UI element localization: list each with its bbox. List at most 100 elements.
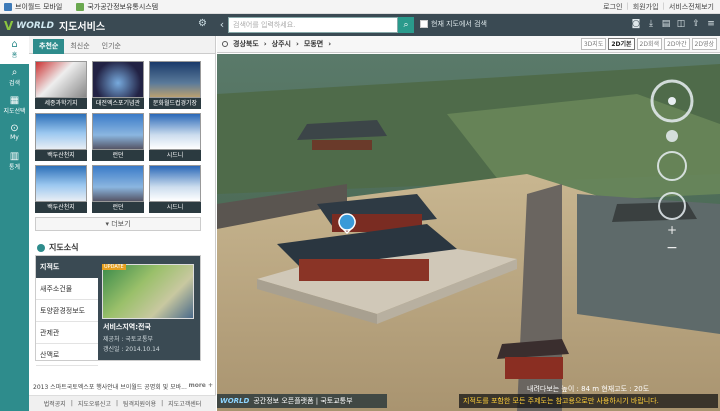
gear-icon[interactable]: ⚙ <box>198 19 208 29</box>
thumb-caption: 백두산천지 <box>35 150 87 161</box>
altitude-readout: 내려다보는 높이 : 84 m 현재고도 : 20도 <box>527 385 650 393</box>
brand-word: WORLD <box>220 397 250 405</box>
news-list: 지적도 새주소건물 토양환경정보도 관제관 산맥로 <box>36 256 98 366</box>
footer-link[interactable]: 지도오류신고 <box>78 399 111 408</box>
thumb-caption: 대전엑스포기념관 <box>92 98 144 109</box>
thumb-card[interactable]: 대전엑스포기념관 <box>92 61 144 109</box>
compass-center[interactable] <box>668 97 676 105</box>
mode-2d-basic[interactable]: 2D기본 <box>608 38 635 50</box>
mode-2d-night[interactable]: 2D야간 <box>664 38 690 50</box>
signup-link[interactable]: 회원가입 <box>633 2 659 12</box>
zoom-out-icon[interactable]: − <box>666 240 678 256</box>
nav-stats[interactable]: ▥ 통계 <box>0 148 29 176</box>
breadcrumb-town[interactable]: 모동면 <box>304 39 323 49</box>
distribution-icon <box>76 3 85 11</box>
thumb-card[interactable]: 백두산천지 <box>35 165 87 213</box>
list-item[interactable]: 산맥로 <box>36 344 98 366</box>
login-link[interactable]: 로그인 <box>603 2 622 12</box>
breadcrumb-province[interactable]: 경상북도 <box>233 39 259 49</box>
thumb-caption: 세종과학기지 <box>35 98 87 109</box>
mobile-link[interactable]: 브이월드 모바일 <box>4 2 62 12</box>
measure-icon[interactable]: ◫ <box>676 18 686 30</box>
map-view[interactable]: + − 내려다보는 높이 : 84 m 현재고도 : 20도 WORLD 공간정… <box>217 54 720 411</box>
print-icon[interactable]: ▤ <box>661 18 671 30</box>
thumb-caption: 문화월드컵경기장 <box>149 98 201 109</box>
thumb-card[interactable]: 세종과학기지 <box>35 61 87 109</box>
vworld-logo[interactable]: V WORLD 지도서비스 <box>4 18 106 34</box>
search-in-map-toggle[interactable]: 현재 지도에서 검색 <box>420 19 487 29</box>
mode-3d[interactable]: 3D지도 <box>580 38 607 50</box>
3d-scene <box>217 54 720 411</box>
disclaimer-banner: 지적도를 포함한 모든 주제도는 참고용으로만 사용하시기 바랍니다. <box>459 394 718 408</box>
tab-latest[interactable]: 최신순 <box>64 39 95 54</box>
tab-popular[interactable]: 인기순 <box>96 39 127 54</box>
update-badge: UPDATE <box>102 264 126 270</box>
thumb-image <box>35 61 87 98</box>
location-marker-icon[interactable] <box>338 213 356 231</box>
thumb-image <box>149 165 201 202</box>
location-icon <box>222 41 228 47</box>
thumb-caption: 시드니 <box>149 202 201 213</box>
nav-home[interactable]: ⌂ 홈 <box>0 36 29 64</box>
location-pin-icon: ⊙ <box>10 123 19 134</box>
thumb-caption: 백두산천지 <box>35 202 87 213</box>
divider: | <box>626 2 629 10</box>
thumb-card[interactable]: 시드니 <box>149 165 201 213</box>
news-detail-title: 서비스지역:전국 <box>103 323 151 331</box>
map-mode-switcher: 3D지도 2D기본 2D회색 2D야간 2D영상 <box>580 38 717 50</box>
thumb-card[interactable]: 런던 <box>92 165 144 213</box>
map-location-bar: 경상북도 › 상주시 › 모동면 › 3D지도 2D기본 2D회색 2D야간 2D영상 <box>217 36 720 53</box>
news-detail[interactable]: UPDATE 서비스지역:전국 제공처 : 국토교통부 갱신일 : 2014.1… <box>98 256 200 360</box>
zoom-in-icon[interactable]: + <box>667 223 677 237</box>
thumb-image <box>92 61 144 98</box>
download-icon[interactable]: ⤓ <box>646 18 656 30</box>
distribution-link[interactable]: 국가공간정보유통시스템 <box>76 2 158 12</box>
breadcrumb-city[interactable]: 상주시 <box>272 39 291 49</box>
footer-link[interactable]: 지도고객센터 <box>168 399 201 408</box>
list-item[interactable]: 새주소건물 <box>36 278 98 300</box>
thumb-card[interactable]: 런던 <box>92 113 144 161</box>
nav-search[interactable]: ⌕ 검색 <box>0 64 29 92</box>
all-services-link[interactable]: 서비스전체보기 <box>669 2 714 12</box>
mode-2d-satellite[interactable]: 2D영상 <box>691 38 717 50</box>
tab-recommended[interactable]: 추천순 <box>33 39 65 54</box>
vworld-brand: WORLD 공간정보 오픈플랫폼 | 국토교통부 <box>217 394 387 408</box>
thumb-image <box>149 113 201 150</box>
collapse-panel-icon[interactable]: ‹ <box>216 14 228 36</box>
pagoda-body <box>505 357 563 379</box>
share-icon[interactable]: ⇪ <box>691 18 701 30</box>
logo-mark: V <box>4 18 14 33</box>
mode-2d-gray[interactable]: 2D회색 <box>636 38 663 50</box>
service-title: 지도서비스 <box>59 22 106 33</box>
news-image <box>102 264 194 319</box>
far-pavilion-body <box>312 140 372 150</box>
tilt-ring[interactable] <box>657 151 687 181</box>
divider: | <box>662 2 665 10</box>
search-button[interactable]: ⌕ <box>398 17 414 33</box>
thumb-card[interactable]: 시드니 <box>149 113 201 161</box>
footer-link[interactable]: 팀격지원이용 <box>123 399 156 408</box>
list-item[interactable]: 관제관 <box>36 322 98 344</box>
list-item[interactable]: 토양환경정보도 <box>36 300 98 322</box>
camera-icon[interactable]: ◙ <box>631 18 641 30</box>
ticker-more-link[interactable]: more + <box>188 382 213 392</box>
notice-ticker[interactable]: 2013 스마트국토엑스포 행사안내 브이월드 공명회 및 모바... more… <box>33 382 213 392</box>
thumb-card[interactable]: 문화월드컵경기장 <box>149 61 201 109</box>
thumb-caption: 런던 <box>92 150 144 161</box>
thumb-image <box>35 165 87 202</box>
menu-icon[interactable]: ≡ <box>706 18 716 30</box>
navigation-controls: + − <box>650 79 694 256</box>
panel-footer: 법적공지 | 지도오류신고 | 팀격지원이용 | 지도고객센터 <box>29 395 216 411</box>
rotate-ring[interactable] <box>658 192 686 220</box>
search-icon: ⌕ <box>11 67 18 78</box>
nav-map-select[interactable]: ▦ 지도선택 <box>0 92 29 120</box>
more-button[interactable]: ▾ 더보기 <box>35 217 201 231</box>
tilt-up-button[interactable] <box>666 130 678 142</box>
footer-link[interactable]: 법적공지 <box>44 399 66 408</box>
nav-my[interactable]: ⊙ My <box>0 120 29 148</box>
search-input[interactable]: 검색어를 입력하세요. <box>228 17 398 33</box>
checkbox[interactable] <box>420 20 428 28</box>
list-item[interactable]: 지적도 <box>36 256 98 278</box>
thumb-card[interactable]: 백두산천지 <box>35 113 87 161</box>
news-updated: 갱신일 : 2014.10.14 <box>103 346 160 353</box>
